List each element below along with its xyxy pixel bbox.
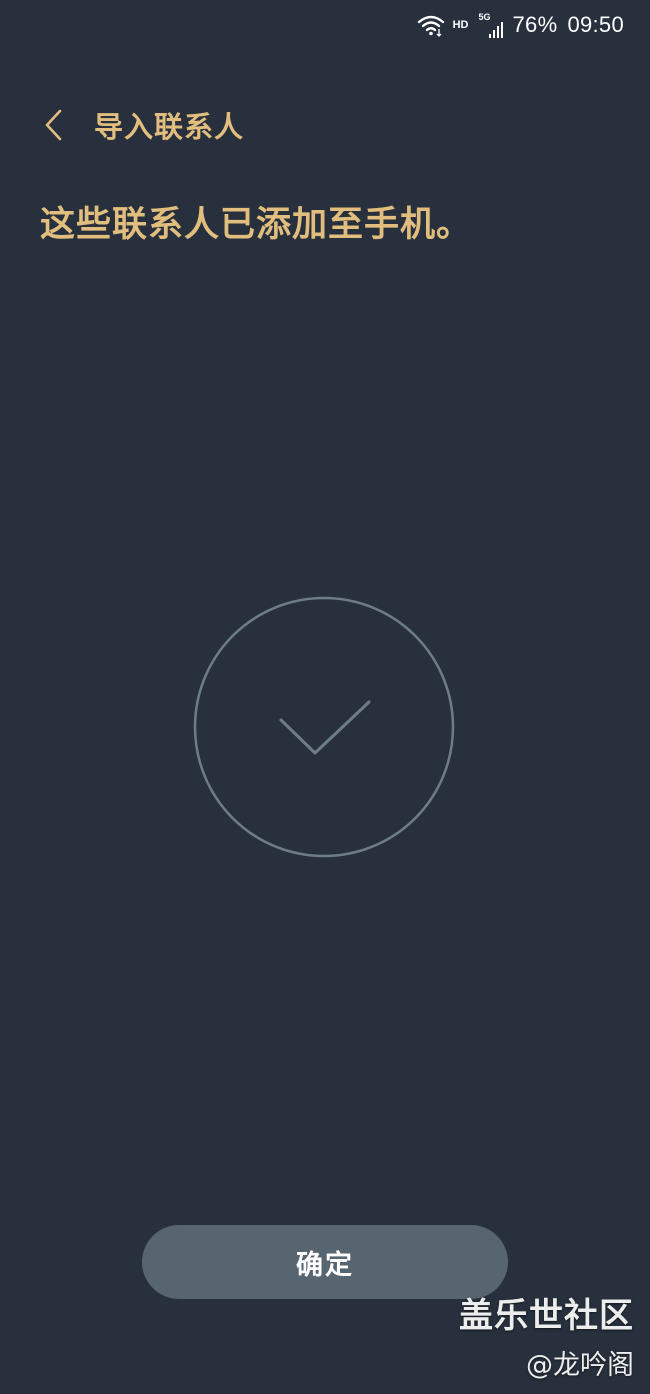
battery-percentage: 76% <box>512 12 558 37</box>
watermark-name: 盖乐世社区 <box>459 1296 634 1336</box>
success-message: 这些联系人已添加至手机。 <box>40 205 473 245</box>
import-contacts-complete-screen: HD 5G 76% 09:50 导入联系人 这些联系人已添加至手机。 确定 盖乐… <box>0 0 650 1394</box>
watermark: 盖乐世社区 @龙吟阁 <box>459 1288 634 1382</box>
status-indicators: HD 5G 76% 09:50 <box>417 12 624 38</box>
back-button[interactable] <box>38 100 70 150</box>
watermark-handle: @龙吟阁 <box>526 1350 634 1381</box>
checkmark-circle-icon <box>193 596 455 858</box>
status-bar: HD 5G 76% 09:50 <box>0 0 650 56</box>
chevron-left-icon <box>45 109 62 141</box>
page-title: 导入联系人 <box>94 110 245 144</box>
wifi-icon <box>417 15 444 37</box>
app-header: 导入联系人 <box>38 100 244 150</box>
signal-icon <box>488 22 503 38</box>
confirm-button[interactable]: 确定 <box>142 1225 508 1299</box>
clock: 09:50 <box>567 12 624 37</box>
cellular-signal: 5G <box>479 12 503 38</box>
network-type-label: 5G <box>478 12 491 22</box>
hd-label: HD <box>452 19 469 31</box>
